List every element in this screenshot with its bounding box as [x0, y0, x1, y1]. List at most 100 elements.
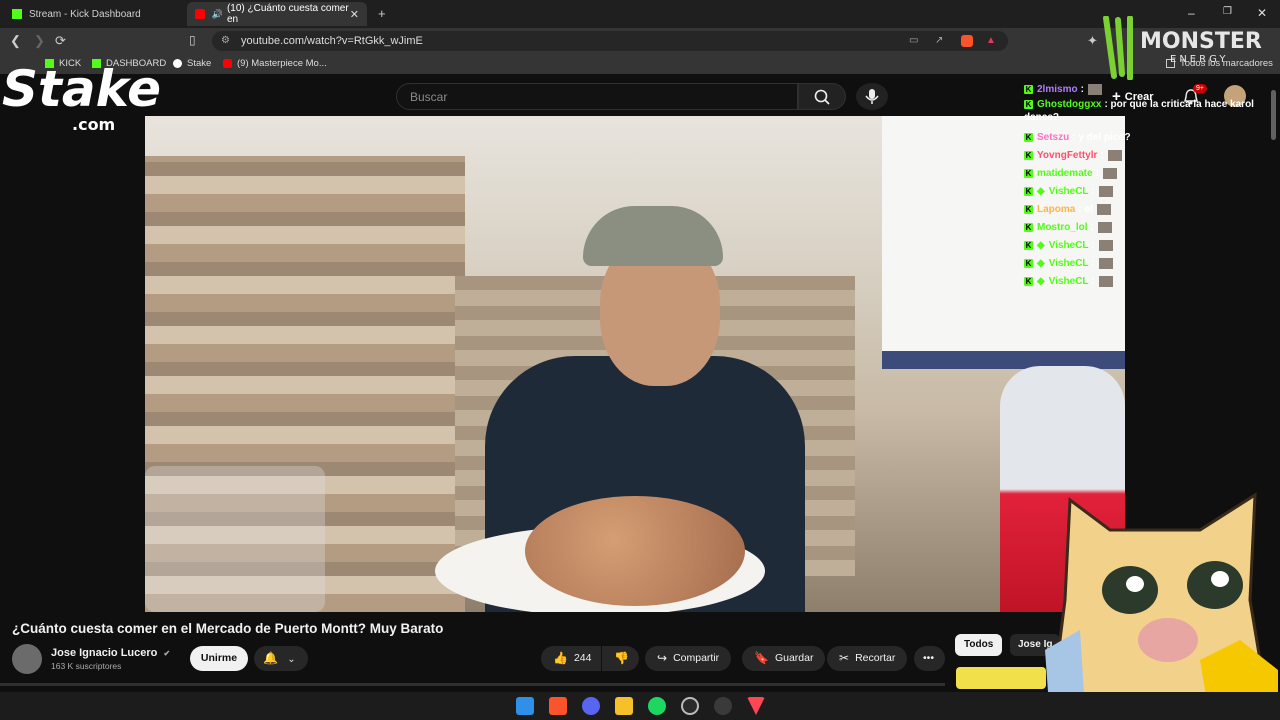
video-frame-person	[583, 206, 723, 266]
discord-icon[interactable]	[582, 697, 600, 715]
join-button[interactable]: Unirme	[190, 646, 248, 671]
chat-text: :	[1100, 149, 1104, 161]
kick-icon: K	[1024, 132, 1033, 142]
subscription-bell-button[interactable]: 🔔 ⌄	[254, 646, 308, 671]
chat-message: K ◆ VisheCL:	[1024, 272, 1274, 290]
dislike-button[interactable]: 👎	[602, 646, 639, 671]
share-icon: ↪	[657, 651, 668, 665]
chat-text: :	[1091, 275, 1095, 287]
site-settings-icon[interactable]: ⚙	[221, 31, 230, 51]
chat-username[interactable]: Ghostdoggxx	[1037, 99, 1101, 110]
monster-sub: ENERGY	[1170, 54, 1228, 65]
channel-name-text: Jose Ignacio Lucero	[51, 647, 158, 659]
voice-search-button[interactable]	[856, 83, 888, 110]
obs-icon[interactable]	[681, 697, 699, 715]
clip-button[interactable]: ✂ Recortar	[827, 646, 908, 671]
valorant-icon[interactable]	[747, 697, 765, 715]
search-input[interactable]: Buscar	[396, 83, 798, 110]
bookmark-label: Stake	[187, 58, 212, 69]
chat-username[interactable]: Lapoma	[1037, 204, 1075, 215]
chat-username[interactable]: VisheCL	[1049, 186, 1089, 197]
subscriber-badge-icon: ◆	[1037, 257, 1045, 269]
chat-username[interactable]: VisheCL	[1049, 276, 1089, 287]
chat-text: :	[1095, 167, 1099, 179]
chat-username[interactable]: VisheCL	[1049, 240, 1089, 251]
chat-text: :	[1080, 83, 1084, 95]
chat-text: :	[1091, 239, 1095, 251]
chat-emote	[1096, 203, 1111, 215]
chat-message: K ◆ VisheCL:	[1024, 254, 1274, 272]
bookmark-stake[interactable]: Stake	[173, 58, 211, 69]
chat-username[interactable]: Setszu	[1037, 132, 1069, 143]
chevron-down-icon: ⌄	[287, 654, 296, 665]
chat-username[interactable]: 2lmismo	[1037, 84, 1078, 95]
chat-username[interactable]: matidemate	[1037, 168, 1093, 179]
channel-avatar[interactable]	[12, 644, 42, 674]
video-frame-glass	[145, 466, 325, 612]
youtube-icon	[195, 9, 205, 19]
chat-text: :	[1090, 221, 1094, 233]
extensions-icon[interactable]: ✦	[1087, 33, 1098, 49]
kick-icon: K	[1024, 84, 1033, 94]
bookmark-masterpiece[interactable]: (9) Masterpiece Mo...	[223, 58, 327, 69]
vtuber-cat-avatar	[1045, 492, 1278, 720]
subscriber-badge-icon: ◆	[1037, 185, 1045, 197]
app-icon[interactable]	[714, 697, 732, 715]
monster-energy-logo: MONSTER ENERGY	[1103, 16, 1262, 80]
bookmark-icon[interactable]: ▯	[189, 33, 196, 47]
kick-icon	[12, 9, 22, 19]
channel-name[interactable]: Jose Ignacio Lucero ✔	[51, 647, 170, 659]
save-button[interactable]: 🔖 Guardar	[742, 646, 826, 671]
stake-logo: Stake .com	[2, 60, 161, 134]
speaker-icon: 🔊	[211, 8, 223, 19]
share-button[interactable]: ↪ Compartir	[645, 646, 732, 671]
back-icon[interactable]: ❮	[10, 33, 21, 49]
like-button[interactable]: 👍 244	[541, 646, 601, 671]
spotify-icon[interactable]	[648, 697, 666, 715]
close-tab-icon[interactable]: ✕	[350, 8, 359, 21]
chip-all[interactable]: Todos	[955, 634, 1003, 656]
more-actions-button[interactable]: •••	[914, 646, 945, 671]
cast-icon[interactable]: ▭	[909, 31, 918, 51]
chat-text: : el	[1078, 203, 1093, 215]
brave-icon[interactable]	[549, 697, 567, 715]
brave-shields-icon[interactable]	[961, 35, 973, 47]
kick-icon: K	[1024, 276, 1033, 286]
tab-title: (10) ¿Cuánto cuesta comer en	[226, 3, 349, 25]
search-button[interactable]	[798, 83, 846, 110]
chat-username[interactable]: YovngFettylr	[1037, 150, 1097, 161]
browser-toolbar: ❮ ❯ ⟳ ▯ ⚙ youtube.com/watch?v=RtGkk_wJim…	[0, 28, 1280, 54]
tab-youtube-video[interactable]: 🔊 (10) ¿Cuánto cuesta comer en ✕	[187, 2, 367, 26]
tab-kick-dashboard[interactable]: Stream - Kick Dashboard	[4, 2, 186, 26]
save-label: Guardar	[774, 652, 814, 664]
chat-message: K Lapoma: el	[1024, 200, 1274, 218]
windows-taskbar	[0, 692, 1280, 720]
clip-label: Recortar	[855, 652, 896, 664]
recommended-thumbnail[interactable]	[956, 667, 1046, 689]
video-title: ¿Cuánto cuesta comer en el Mercado de Pu…	[12, 621, 444, 636]
reload-icon[interactable]: ⟳	[55, 33, 66, 49]
address-bar[interactable]: ⚙ youtube.com/watch?v=RtGkk_wJimE ▭ ↗ ▲	[212, 31, 1008, 51]
subscriber-badge-icon: ◆	[1037, 239, 1045, 251]
share-icon[interactable]: ↗	[935, 31, 943, 51]
explorer-icon[interactable]	[615, 697, 633, 715]
subscriber-badge-icon: ◆	[1037, 275, 1045, 287]
chat-emote	[1098, 275, 1113, 287]
kick-icon: K	[1024, 204, 1033, 214]
chat-message: Kmatidemate:	[1024, 164, 1274, 182]
divider	[0, 683, 945, 686]
subscriber-count: 163 K suscriptores	[51, 661, 122, 671]
chat-username[interactable]: Mostro_lol	[1037, 222, 1088, 233]
windows-icon[interactable]	[516, 697, 534, 715]
chat-emote	[1098, 185, 1113, 197]
bookmark-label: (9) Masterpiece Mo...	[237, 58, 327, 69]
new-tab-button[interactable]: +	[378, 6, 386, 21]
share-label: Compartir	[673, 652, 720, 664]
chat-username[interactable]: VisheCL	[1049, 258, 1089, 269]
chat-text: :	[1091, 257, 1095, 269]
like-count: 244	[573, 652, 592, 664]
video-player[interactable]	[145, 116, 1125, 612]
forward-icon[interactable]: ❯	[34, 33, 45, 49]
brave-rewards-icon[interactable]: ▲	[986, 31, 996, 51]
chat-message: K ◆ VisheCL:	[1024, 182, 1274, 200]
